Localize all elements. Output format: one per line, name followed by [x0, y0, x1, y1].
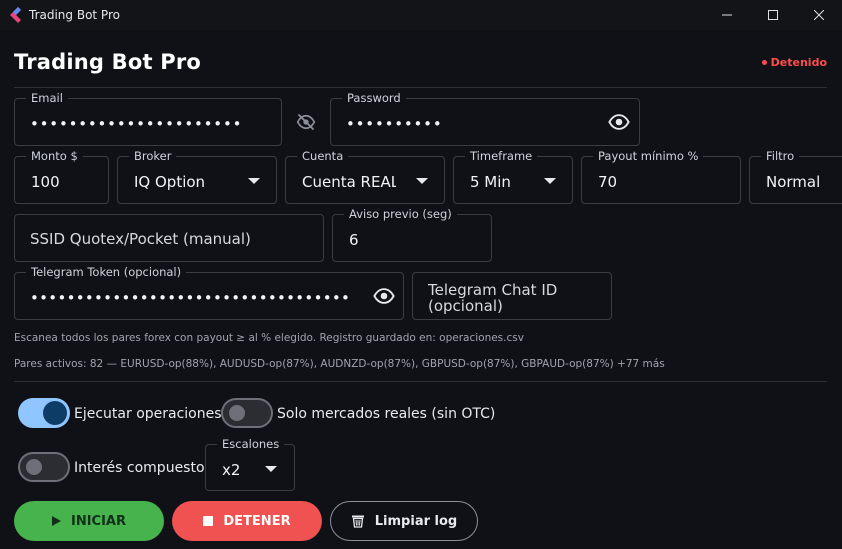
- status-text: Detenido: [770, 56, 827, 69]
- stop-icon: [203, 516, 214, 526]
- toggle-knob: [43, 401, 67, 425]
- timeframe-label: Timeframe: [465, 150, 538, 163]
- header-divider: [14, 87, 827, 88]
- broker-select[interactable]: Broker IQ Option: [117, 150, 277, 204]
- scan-info-text: Escanea todos los pares forex con payout…: [14, 332, 524, 344]
- title-bar: Trading Bot Pro: [0, 0, 842, 30]
- monto-value: 100: [31, 173, 60, 191]
- app-logo-icon: [10, 7, 21, 23]
- minimize-button[interactable]: [704, 0, 750, 30]
- aviso-input[interactable]: Aviso previo (seg) 6: [332, 208, 492, 262]
- password-label: Password: [342, 92, 406, 105]
- status-dot-icon: [761, 60, 767, 65]
- start-button[interactable]: INICIAR: [14, 501, 164, 541]
- eye-icon: [373, 288, 395, 304]
- password-field[interactable]: Password ••••••••••: [330, 92, 640, 146]
- filtro-value: Normal: [766, 173, 821, 191]
- section-divider: [14, 381, 827, 382]
- telegram-token-visibility-toggle[interactable]: [370, 282, 398, 310]
- stop-button[interactable]: DETENER: [172, 501, 322, 541]
- filtro-select[interactable]: Filtro Normal: [749, 150, 842, 204]
- timeframe-select[interactable]: Timeframe 5 Min: [453, 150, 573, 204]
- ejecutar-operaciones-toggle[interactable]: [18, 398, 70, 428]
- ssid-placeholder: SSID Quotex/Pocket (manual): [30, 230, 251, 248]
- interes-compuesto-label: Interés compuesto: [74, 460, 205, 476]
- eye-icon: [608, 114, 630, 130]
- solo-mercados-reales-toggle[interactable]: [221, 398, 273, 428]
- trash-icon: [351, 515, 364, 528]
- filtro-label: Filtro: [761, 150, 800, 163]
- monto-input[interactable]: Monto $ 100: [14, 150, 109, 204]
- clear-log-button-label: Limpiar log: [374, 513, 458, 529]
- escalones-select[interactable]: Escalones x2: [205, 438, 295, 491]
- payout-value: 70: [598, 173, 618, 191]
- solo-mercados-reales-label: Solo mercados reales (sin OTC): [277, 406, 496, 422]
- page-title: Trading Bot Pro: [14, 50, 202, 74]
- eye-off-icon: [296, 113, 316, 131]
- password-value: ••••••••••: [346, 115, 443, 133]
- status-badge: Detenido: [761, 56, 827, 69]
- aviso-label: Aviso previo (seg): [344, 208, 457, 221]
- escalones-value: x2: [222, 461, 241, 479]
- chevron-down-icon: [416, 178, 428, 184]
- broker-value: IQ Option: [134, 173, 206, 191]
- active-pairs-text: Pares activos: 82 — EURUSD-op(88%), AUDU…: [14, 358, 665, 370]
- toggle-knob: [26, 459, 42, 475]
- email-visibility-toggle[interactable]: [292, 108, 320, 136]
- payout-input[interactable]: Payout mínimo % 70: [581, 150, 741, 204]
- email-value: ••••••••••••••••••••••: [30, 115, 243, 133]
- window-title: Trading Bot Pro: [29, 8, 120, 22]
- timeframe-value: 5 Min: [470, 173, 511, 191]
- maximize-button[interactable]: [750, 0, 796, 30]
- close-button[interactable]: [796, 0, 842, 30]
- broker-label: Broker: [129, 150, 177, 163]
- start-button-label: INICIAR: [70, 513, 126, 529]
- password-visibility-toggle[interactable]: [605, 108, 633, 136]
- escalones-label: Escalones: [217, 438, 285, 451]
- cuenta-label: Cuenta: [297, 150, 349, 163]
- stop-button-label: DETENER: [223, 513, 291, 529]
- chevron-down-icon: [265, 466, 277, 472]
- telegram-token-label: Telegram Token (opcional): [26, 266, 187, 279]
- email-label: Email: [26, 92, 68, 105]
- aviso-value: 6: [349, 231, 359, 249]
- chevron-down-icon: [248, 178, 260, 184]
- telegram-chat-id-placeholder: Telegram Chat ID (opcional): [428, 281, 558, 315]
- telegram-token-value: ••••••••••••••••••••••••••••••••••••••••…: [30, 289, 352, 307]
- minimize-icon: [722, 14, 732, 16]
- telegram-token-field[interactable]: Telegram Token (opcional) ••••••••••••••…: [14, 266, 404, 320]
- play-icon: [51, 516, 61, 526]
- cuenta-value: Cuenta REAL: [302, 173, 396, 191]
- chevron-down-icon: [544, 178, 556, 184]
- toggle-knob: [229, 405, 245, 421]
- email-field[interactable]: Email ••••••••••••••••••••••: [14, 92, 282, 146]
- close-icon: [814, 10, 824, 20]
- ssid-input[interactable]: SSID Quotex/Pocket (manual): [14, 214, 324, 262]
- interes-compuesto-toggle[interactable]: [18, 452, 70, 482]
- telegram-chat-id-input[interactable]: Telegram Chat ID (opcional): [412, 272, 612, 320]
- maximize-icon: [768, 10, 778, 20]
- payout-label: Payout mínimo %: [593, 150, 704, 163]
- ejecutar-operaciones-label: Ejecutar operaciones: [74, 406, 222, 422]
- clear-log-button[interactable]: Limpiar log: [330, 501, 478, 541]
- cuenta-select[interactable]: Cuenta Cuenta REAL: [285, 150, 445, 204]
- monto-label: Monto $: [26, 150, 83, 163]
